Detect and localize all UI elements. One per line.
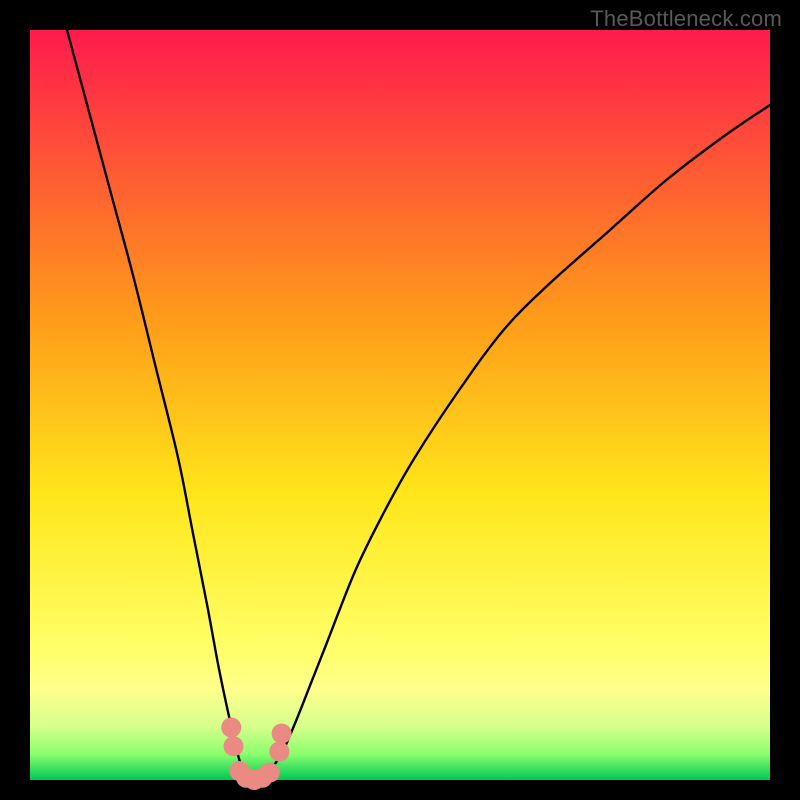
highlight-marker xyxy=(272,724,292,744)
highlight-marker xyxy=(260,763,280,783)
highlight-marker xyxy=(224,736,244,756)
highlight-marker xyxy=(269,742,289,762)
chart-container: TheBottleneck.com xyxy=(0,0,800,800)
watermark-text: TheBottleneck.com xyxy=(590,6,782,32)
bottleneck-chart xyxy=(0,0,800,800)
plot-background xyxy=(30,30,770,780)
highlight-marker xyxy=(221,718,241,738)
